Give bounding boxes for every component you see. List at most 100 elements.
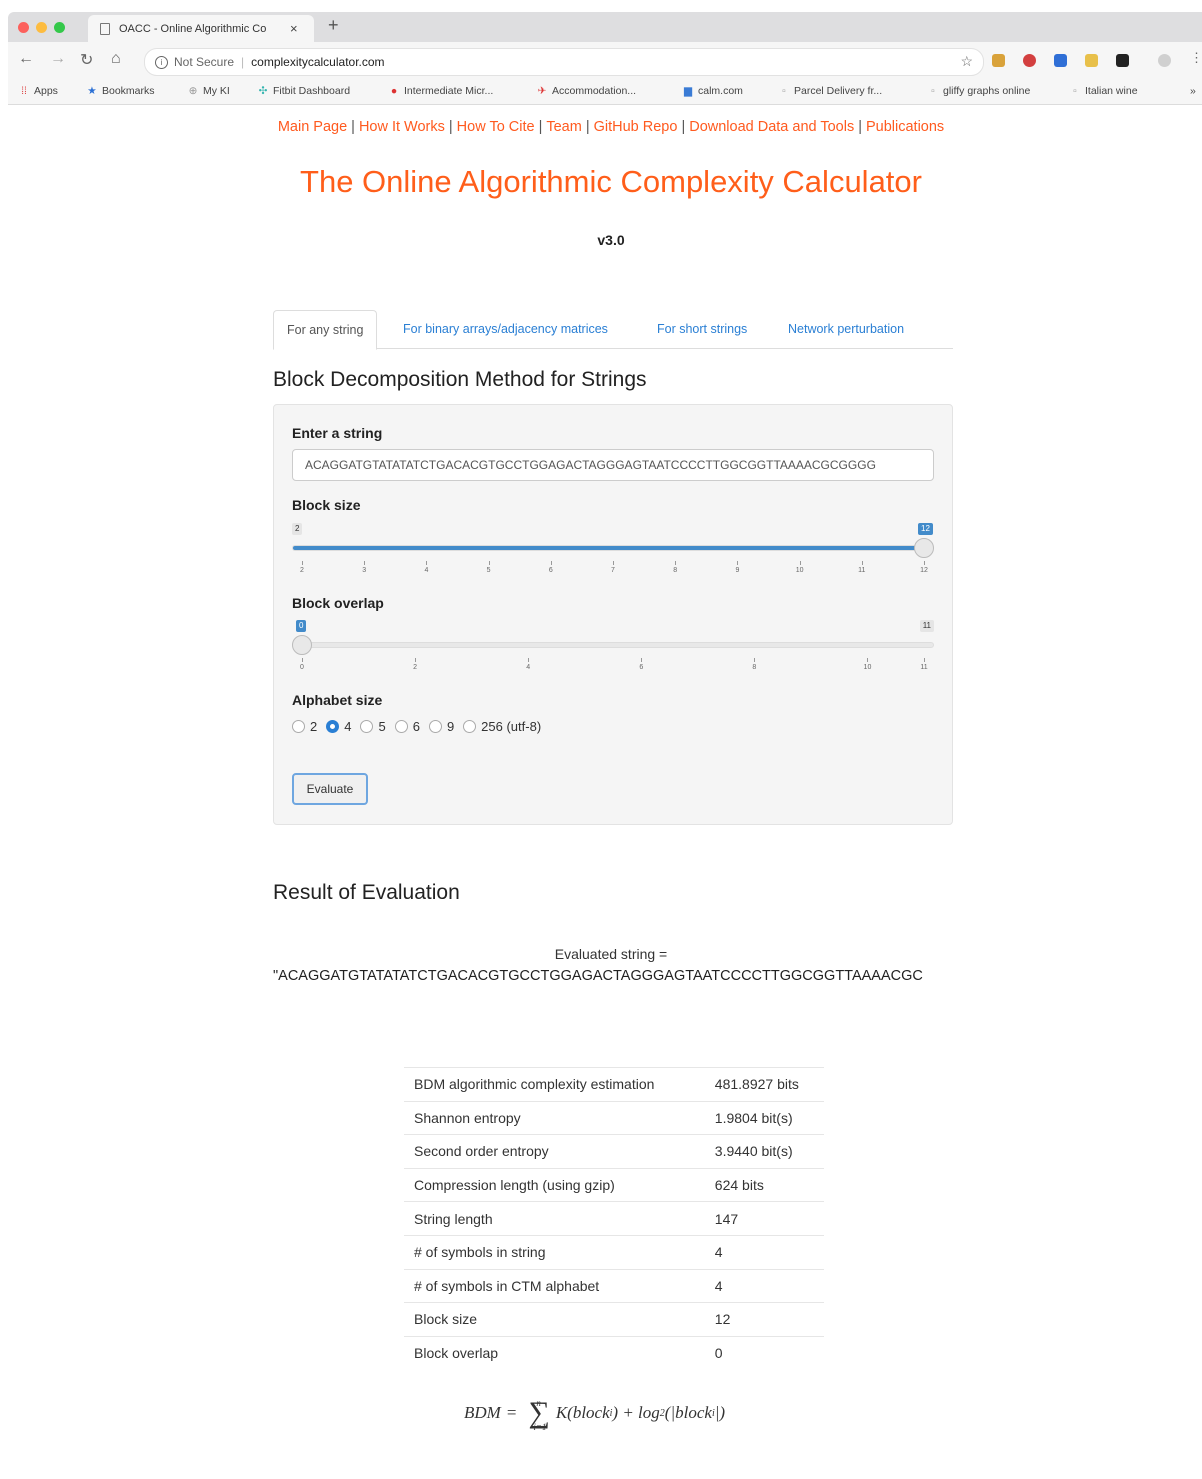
radio-button[interactable] — [394, 720, 408, 733]
calm-icon: ▆ — [683, 85, 693, 97]
slider-tick-label: 2 — [413, 664, 418, 671]
browser-tab[interactable]: OACC - Online Algorithmic Co × — [88, 15, 314, 42]
nav-link-team[interactable]: Team — [546, 119, 581, 135]
radio-button[interactable] — [463, 720, 477, 733]
nav-separator: | — [681, 119, 686, 135]
slider-tick — [426, 561, 428, 565]
slider-tick-label: 8 — [752, 664, 757, 671]
new-tab-button[interactable]: + — [328, 15, 339, 36]
slider-tick-label: 11 — [920, 664, 928, 671]
extension-icon[interactable] — [1085, 54, 1098, 67]
slider-tick-label: 10 — [863, 664, 872, 671]
alphabet-option[interactable]: 9 — [428, 719, 455, 734]
bookmark-my-ki[interactable]: ⊕ My KI — [187, 85, 230, 97]
slider-tick-label: 4 — [424, 567, 429, 574]
home-icon[interactable]: ⌂ — [111, 50, 121, 68]
bookmark-parcel[interactable]: ▫ Parcel Delivery fr... — [778, 85, 882, 97]
page-icon: ▫ — [931, 85, 935, 97]
extension-icon[interactable] — [1023, 54, 1036, 67]
alphabet-size-radio-group: 2 4 5 6 9 256 (utf-8) — [292, 719, 550, 734]
top-navigation: Main Page | How It Works | How To Cite | Team |… — [0, 119, 1202, 135]
back-icon[interactable]: ← — [18, 50, 34, 68]
result-label: BDM algorithmic complexity estimation — [404, 1067, 701, 1102]
version-label: v3.0 — [597, 232, 625, 248]
block-overlap-track[interactable] — [292, 642, 934, 648]
formula-term-k: K(block — [555, 1403, 610, 1422]
close-window-icon[interactable] — [18, 22, 29, 33]
tab-any-string[interactable]: For any string — [273, 310, 378, 350]
radio-button[interactable] — [428, 720, 442, 733]
nav-link-how-it-works[interactable]: How It Works — [359, 119, 445, 135]
slider-tick-label: 5 — [486, 567, 491, 574]
extension-icon[interactable] — [1054, 54, 1067, 67]
not-secure-label: Not Secure — [174, 55, 235, 69]
info-icon[interactable]: i — [155, 55, 168, 69]
formula-equals: = — [506, 1403, 517, 1422]
bookmark-italian-wine[interactable]: ▫ Italian wine — [1069, 85, 1137, 97]
slider-tick — [924, 561, 925, 565]
page-icon: ▫ — [782, 85, 786, 97]
alphabet-option-label: 2 — [310, 719, 318, 734]
alphabet-option[interactable]: 2 — [292, 719, 317, 734]
alphabet-option[interactable]: 256 (utf-8) — [463, 719, 541, 734]
table-row: Second order entropy 3.9440 bit(s) — [404, 1134, 824, 1169]
radio-button[interactable] — [360, 720, 374, 733]
input-panel: Enter a string Block size 2 12 2 3 4 5 6 7 8 9 1… — [273, 404, 953, 825]
bookmark-bookmarks[interactable]: ★ Bookmarks — [86, 85, 154, 97]
alphabet-option-label: 256 (utf-8) — [481, 719, 542, 734]
slider-tick-label: 3 — [362, 567, 367, 574]
bookmarks-bar: ⁞⁞ Apps ★ Bookmarks ⊕ My KI ✣ Fitbit Dashboa… — [8, 80, 1202, 105]
radio-button[interactable] — [326, 720, 340, 733]
circle-icon: ● — [390, 85, 398, 97]
maximize-window-icon[interactable] — [54, 22, 65, 33]
forward-icon[interactable]: → — [50, 50, 66, 68]
extension-icon[interactable] — [1116, 54, 1129, 67]
tab-network-perturbation[interactable]: Network perturbation — [788, 310, 904, 347]
formula-term-close: |) — [714, 1403, 726, 1422]
alphabet-option-label: 9 — [446, 719, 455, 734]
result-label: Compression length (using gzip) — [404, 1167, 701, 1202]
formula-term-log: ) + log — [612, 1403, 660, 1422]
radio-button[interactable] — [292, 720, 305, 733]
result-label: # of symbols in string — [404, 1234, 701, 1270]
minimize-window-icon[interactable] — [36, 22, 47, 33]
evaluated-string-caption: Evaluated string = — [554, 946, 668, 962]
block-size-track[interactable] — [292, 545, 934, 551]
extension-icon[interactable] — [992, 54, 1005, 67]
slider-tick-label: 9 — [735, 567, 740, 574]
evaluate-button[interactable]: Evaluate — [292, 773, 368, 805]
bookmark-fitbit[interactable]: ✣ Fitbit Dashboard — [257, 85, 350, 97]
nav-link-download[interactable]: Download Data and Tools — [689, 119, 854, 135]
nav-link-publications[interactable]: Publications — [866, 119, 944, 135]
alphabet-option[interactable]: 4 — [326, 719, 351, 734]
tab-binary-arrays[interactable]: For binary arrays/adjacency matrices — [403, 310, 608, 347]
bookmark-star-icon[interactable]: ☆ — [960, 53, 973, 70]
alphabet-option-label: 6 — [412, 719, 420, 734]
nav-link-how-to-cite[interactable]: How To Cite — [457, 119, 535, 135]
table-row: Block size 12 — [404, 1302, 824, 1337]
bookmarks-more[interactable]: » — [1190, 85, 1196, 97]
alphabet-option[interactable]: 6 — [394, 719, 420, 734]
nav-link-main-page[interactable]: Main Page — [278, 119, 347, 135]
block-overlap-max: 11 — [919, 620, 934, 632]
address-bar[interactable]: i Not Secure | complexitycalculator.com … — [144, 48, 984, 76]
bookmark-accommodation[interactable]: ✈ Accommodation... — [536, 85, 636, 97]
profile-icon[interactable] — [1158, 54, 1171, 67]
block-overlap-handle[interactable] — [292, 635, 312, 655]
bookmark-intermediate[interactable]: ● Intermediate Micr... — [388, 85, 493, 97]
string-input[interactable] — [292, 449, 934, 481]
bookmark-gliffy[interactable]: ▫ gliffy graphs online — [927, 85, 1030, 97]
result-value: 481.8927 bits — [700, 1067, 824, 1102]
bookmark-apps[interactable]: ⁞⁞ Apps — [18, 85, 58, 97]
tab-close-icon[interactable]: × — [290, 21, 298, 36]
nav-link-github-repo[interactable]: GitHub Repo — [594, 119, 678, 135]
block-size-handle[interactable] — [914, 538, 934, 558]
slider-tick — [737, 561, 739, 565]
reload-icon[interactable]: ↻ — [80, 50, 93, 70]
tab-short-strings[interactable]: For short strings — [657, 310, 747, 347]
block-size-ticks: 2 3 4 5 6 7 8 9 10 11 12 — [292, 561, 934, 581]
menu-icon[interactable]: ⋮ — [1190, 50, 1202, 66]
slider-tick-label: 11 — [858, 567, 866, 574]
bookmark-calm[interactable]: ▆ calm.com — [682, 85, 743, 97]
alphabet-option[interactable]: 5 — [360, 719, 386, 734]
